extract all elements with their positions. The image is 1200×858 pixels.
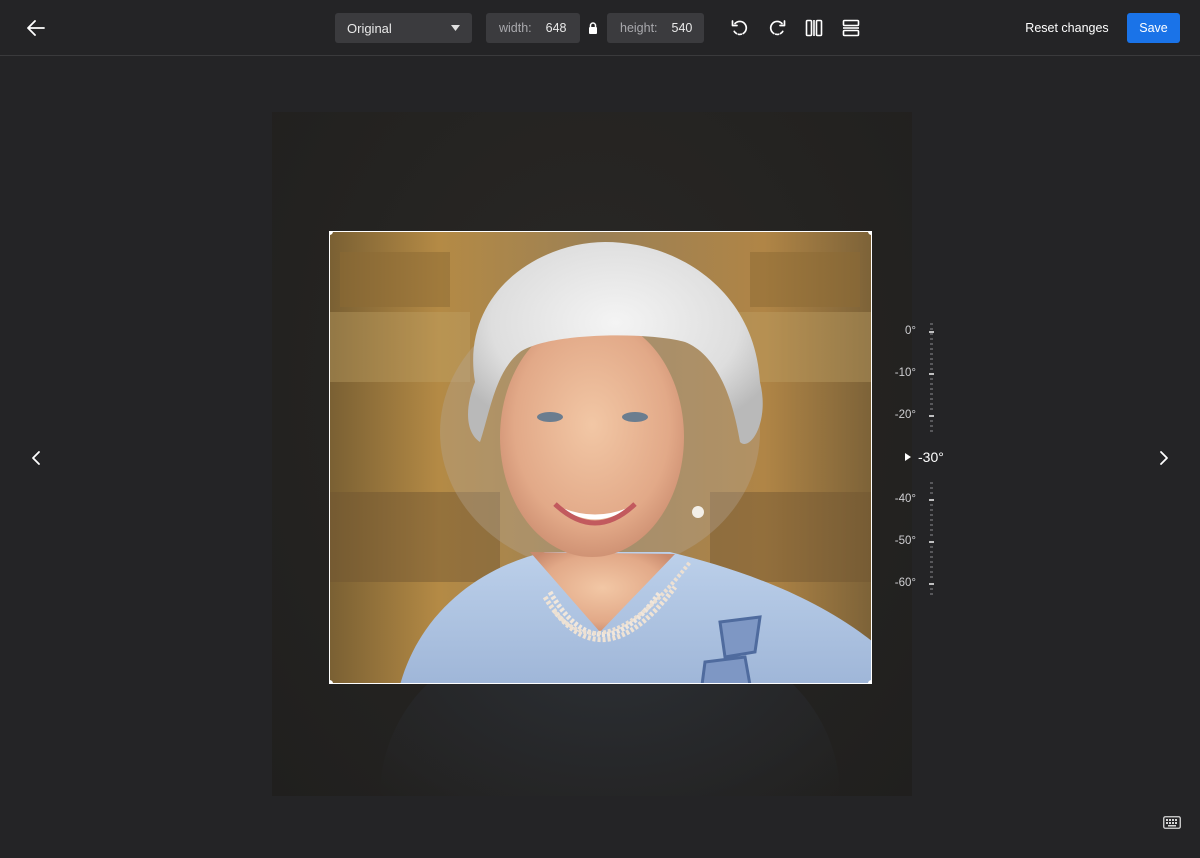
flip-vertical-button[interactable] <box>837 14 865 42</box>
chevron-left-icon <box>32 451 40 465</box>
next-image-button[interactable] <box>1150 444 1178 472</box>
rotate-right-button[interactable] <box>763 14 791 42</box>
crop-handle-top-right[interactable] <box>868 232 871 235</box>
flip-vertical-icon <box>842 19 860 37</box>
rotate-left-button[interactable] <box>726 14 754 42</box>
crop-handle-bottom-right[interactable] <box>868 680 871 683</box>
crop-area[interactable] <box>329 231 872 684</box>
rotation-tick-label: -20° <box>894 409 916 421</box>
rotation-dial[interactable]: 0° -10° -20° -30° -40° -50° -60° <box>880 320 960 600</box>
rotate-left-icon <box>731 20 748 36</box>
keyboard-shortcuts-button[interactable] <box>1160 812 1184 832</box>
rotate-right-icon <box>769 20 786 36</box>
keyboard-icon <box>1163 815 1181 829</box>
previous-image-button[interactable] <box>22 444 50 472</box>
aspect-ratio-select[interactable]: Original <box>335 13 472 43</box>
rotation-pointer-icon <box>905 453 911 461</box>
lock-icon <box>589 22 597 34</box>
width-field[interactable]: width: 648 <box>486 13 580 43</box>
chevron-right-icon <box>1160 451 1168 465</box>
rotation-tick-label: -10° <box>894 367 916 379</box>
aspect-ratio-value: Original <box>347 20 392 36</box>
portrait-photo <box>330 232 871 683</box>
height-label: height: <box>620 21 658 35</box>
width-value[interactable]: 648 <box>546 21 567 35</box>
flip-horizontal-button[interactable] <box>800 14 828 42</box>
rotation-tick-label: -50° <box>894 535 916 547</box>
height-field[interactable]: height: 540 <box>607 13 704 43</box>
height-value[interactable]: 540 <box>672 21 693 35</box>
rotation-tick-label: -60° <box>894 577 916 589</box>
toolbar: Original width: 648 height: 540 Reset ch… <box>0 0 1200 56</box>
back-button[interactable] <box>20 12 52 44</box>
reset-changes-button[interactable]: Reset changes <box>1020 13 1114 43</box>
rotation-tick-label: -40° <box>894 493 916 505</box>
rotation-current-value: -30° <box>918 449 944 465</box>
rotation-tick-label: 0° <box>905 325 916 337</box>
crop-handle-bottom-left[interactable] <box>330 680 333 683</box>
flip-horizontal-icon <box>805 19 823 37</box>
width-label: width: <box>499 21 532 35</box>
save-button[interactable]: Save <box>1127 13 1180 43</box>
back-arrow-icon <box>27 20 45 36</box>
caret-down-icon <box>451 25 460 31</box>
aspect-lock-button[interactable] <box>587 21 599 35</box>
